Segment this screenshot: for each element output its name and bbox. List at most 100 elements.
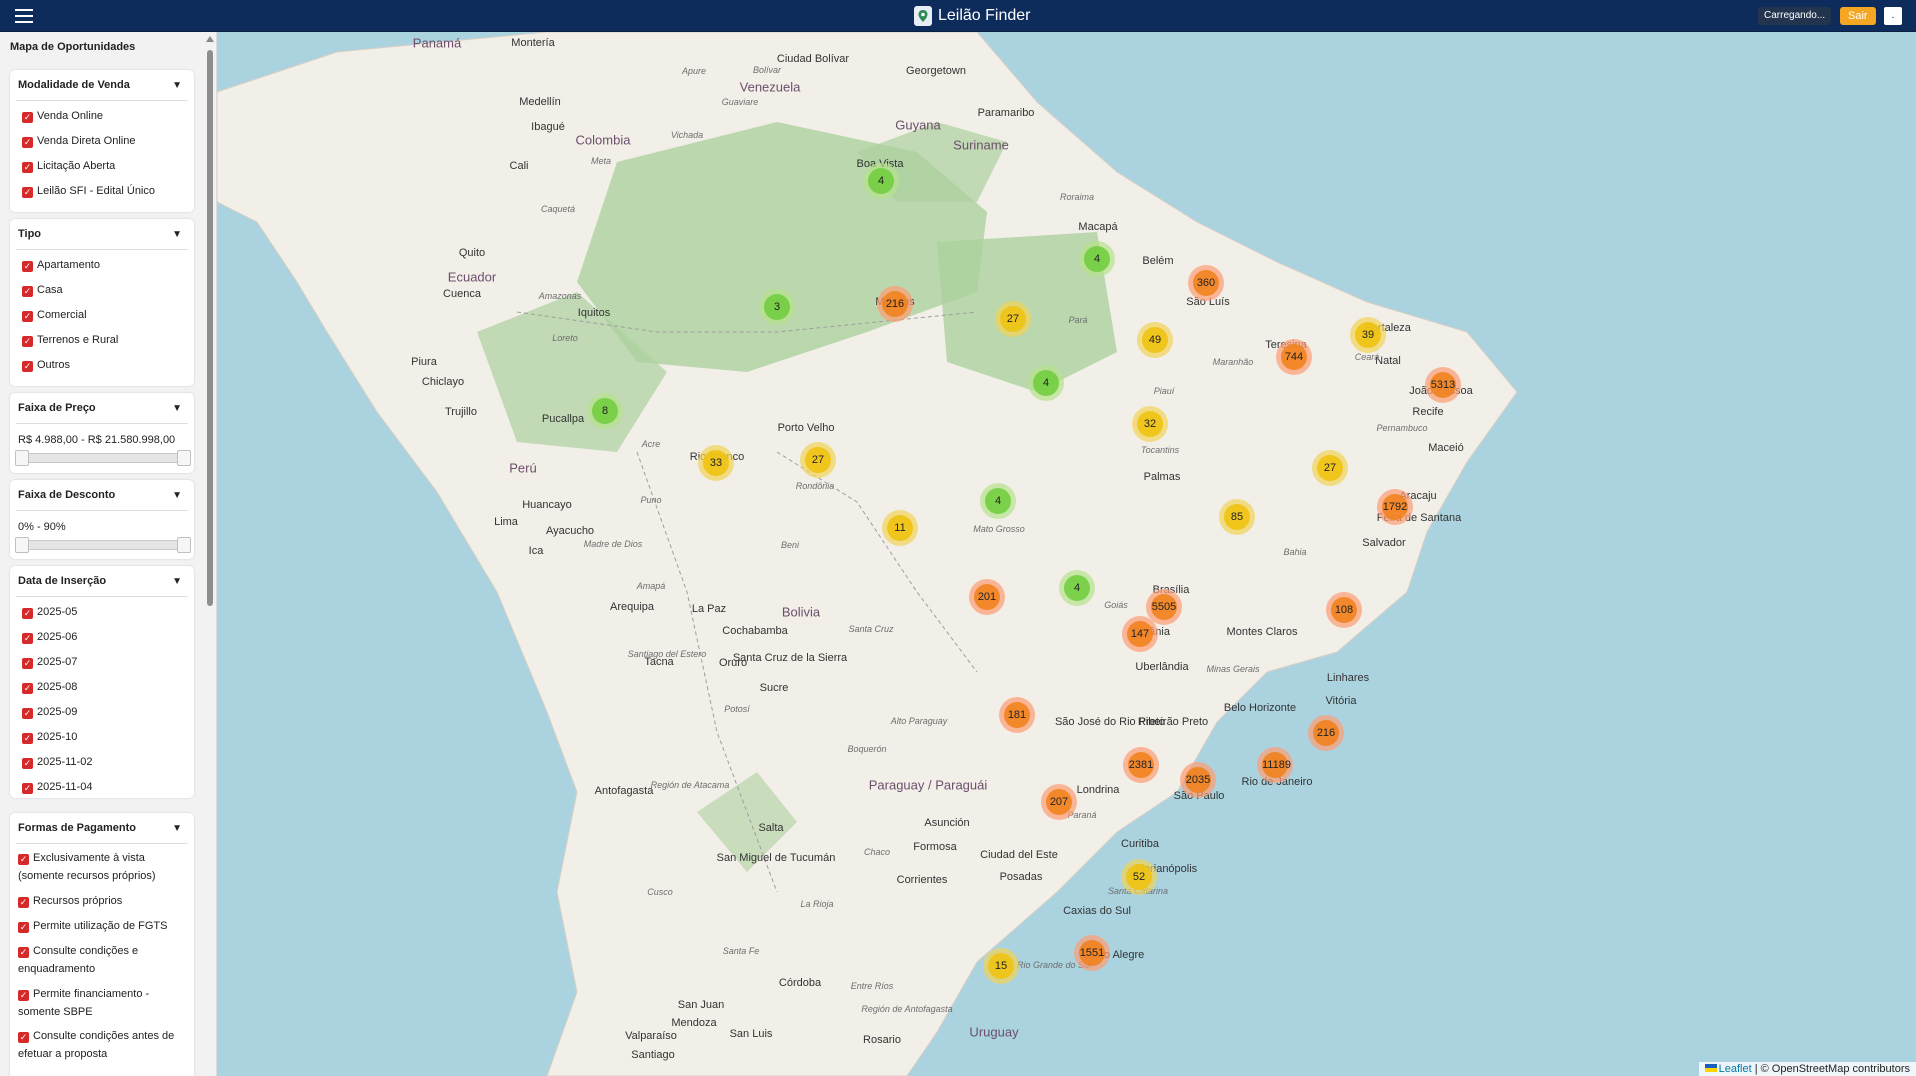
more-button[interactable]: . bbox=[1884, 7, 1902, 25]
map-cluster-marker[interactable]: 8 bbox=[587, 393, 623, 429]
map-cluster-marker[interactable]: 108 bbox=[1326, 592, 1362, 628]
checkbox-checked-icon[interactable]: ✓ bbox=[18, 854, 29, 865]
map-cluster-marker[interactable]: 2035 bbox=[1180, 762, 1216, 798]
discount-range-slider[interactable] bbox=[15, 537, 191, 553]
checkbox-checked-icon[interactable]: ✓ bbox=[22, 633, 33, 644]
checkbox-date[interactable]: ✓ 2025-09 bbox=[22, 704, 77, 720]
panel-data-header[interactable]: Data de Inserção ▼ bbox=[16, 566, 188, 597]
map-cluster-marker[interactable]: 27 bbox=[800, 442, 836, 478]
map-cluster-marker[interactable]: 4 bbox=[1059, 570, 1095, 606]
panel-preco-header[interactable]: Faixa de Preço ▼ bbox=[16, 393, 188, 424]
map-cluster-marker[interactable]: 39 bbox=[1350, 317, 1386, 353]
checkbox-date[interactable]: ✓ 2025-06 bbox=[22, 629, 77, 645]
sidebar-scrollbar[interactable] bbox=[205, 34, 215, 1074]
map-cluster-marker[interactable]: 181 bbox=[999, 697, 1035, 733]
map-cluster-marker[interactable]: 4 bbox=[863, 163, 899, 199]
checkbox-checked-icon[interactable]: ✓ bbox=[22, 683, 33, 694]
price-range-slider[interactable] bbox=[15, 450, 191, 466]
checkbox-casa[interactable]: ✓ Casa bbox=[22, 282, 63, 298]
checkbox-checked-icon[interactable]: ✓ bbox=[22, 608, 33, 619]
checkbox-outros[interactable]: ✓ Outros bbox=[22, 357, 70, 373]
checkbox-checked-icon[interactable]: ✓ bbox=[22, 112, 33, 123]
checkbox-venda-online[interactable]: ✓ Venda Online bbox=[22, 108, 103, 124]
map-cluster-marker[interactable]: 52 bbox=[1121, 859, 1157, 895]
checkbox-venda-direta-online[interactable]: ✓ Venda Direta Online bbox=[22, 133, 135, 149]
map-cluster-marker[interactable]: 33 bbox=[698, 445, 734, 481]
logout-button[interactable]: Sair bbox=[1840, 7, 1876, 25]
checkbox-checked-icon[interactable]: ✓ bbox=[22, 187, 33, 198]
map-cluster-marker[interactable]: 15 bbox=[983, 948, 1019, 984]
map-cluster-marker[interactable]: 4 bbox=[1079, 241, 1115, 277]
chevron-down-icon[interactable]: ▼ bbox=[172, 80, 182, 91]
checkbox-terrenos-rural[interactable]: ✓ Terrenos e Rural bbox=[22, 332, 118, 348]
map-cluster-marker[interactable]: 1551 bbox=[1074, 935, 1110, 971]
map-cluster-marker[interactable]: 216 bbox=[877, 286, 913, 322]
checkbox-date[interactable]: ✓ 2025-11-02 bbox=[22, 754, 92, 770]
checkbox-apartamento[interactable]: ✓ Apartamento bbox=[22, 257, 100, 273]
map-cluster-marker[interactable]: 49 bbox=[1137, 322, 1173, 358]
map-cluster-marker[interactable]: 27 bbox=[1312, 450, 1348, 486]
checkbox-consulte-proposta[interactable]: ✓ Consulte condições antes de efetuar a p… bbox=[18, 1027, 186, 1063]
chevron-down-icon[interactable]: ▼ bbox=[172, 490, 182, 501]
map-cluster-marker[interactable]: 360 bbox=[1188, 265, 1224, 301]
slider-max-handle[interactable] bbox=[177, 537, 191, 553]
checkbox-financiamento-sbpe[interactable]: ✓ Permite financiamento - somente SBPE bbox=[18, 985, 186, 1021]
checkbox-checked-icon[interactable]: ✓ bbox=[22, 658, 33, 669]
panel-pagamento-header[interactable]: Formas de Pagamento ▼ bbox=[16, 813, 188, 844]
scroll-up-arrow-icon[interactable] bbox=[206, 36, 214, 42]
map-cluster-marker[interactable]: 27 bbox=[995, 301, 1031, 337]
checkbox-checked-icon[interactable]: ✓ bbox=[22, 758, 33, 769]
checkbox-checked-icon[interactable]: ✓ bbox=[22, 733, 33, 744]
map-cluster-marker[interactable]: 201 bbox=[969, 579, 1005, 615]
chevron-down-icon[interactable]: ▼ bbox=[172, 403, 182, 414]
checkbox-checked-icon[interactable]: ✓ bbox=[22, 336, 33, 347]
checkbox-date[interactable]: ✓ 2025-07 bbox=[22, 654, 77, 670]
checkbox-checked-icon[interactable]: ✓ bbox=[22, 137, 33, 148]
panel-desconto-header[interactable]: Faixa de Desconto ▼ bbox=[16, 480, 188, 511]
map-cluster-marker[interactable]: 85 bbox=[1219, 499, 1255, 535]
panel-tipo-header[interactable]: Tipo ▼ bbox=[16, 219, 188, 250]
checkbox-checked-icon[interactable]: ✓ bbox=[18, 897, 29, 908]
checkbox-checked-icon[interactable]: ✓ bbox=[22, 261, 33, 272]
checkbox-date[interactable]: ✓ 2025-10 bbox=[22, 729, 77, 745]
map-cluster-marker[interactable]: 32 bbox=[1132, 406, 1168, 442]
map-cluster-marker[interactable]: 1792 bbox=[1377, 489, 1413, 525]
leaflet-link[interactable]: Leaflet bbox=[1719, 1063, 1752, 1075]
checkbox-checked-icon[interactable]: ✓ bbox=[22, 286, 33, 297]
checkbox-checked-icon[interactable]: ✓ bbox=[22, 311, 33, 322]
checkbox-checked-icon[interactable]: ✓ bbox=[22, 783, 33, 794]
checkbox-date[interactable]: ✓ 2025-08 bbox=[22, 679, 77, 695]
map-view[interactable]: Panamá Montería Ciudad Bolívar Georgetown Ve… bbox=[217, 32, 1916, 1076]
checkbox-checked-icon[interactable]: ✓ bbox=[18, 922, 29, 933]
map-cluster-marker[interactable]: 11 bbox=[882, 510, 918, 546]
map-cluster-marker[interactable]: 3 bbox=[759, 289, 795, 325]
checkbox-a-vista[interactable]: ✓ Exclusivamente à vista (somente recurso… bbox=[18, 849, 186, 885]
chevron-down-icon[interactable]: ▼ bbox=[172, 576, 182, 587]
panel-modalidade-header[interactable]: Modalidade de Venda ▼ bbox=[16, 70, 188, 101]
checkbox-checked-icon[interactable]: ✓ bbox=[18, 1032, 29, 1043]
checkbox-checked-icon[interactable]: ✓ bbox=[22, 361, 33, 372]
map-cluster-marker[interactable]: 207 bbox=[1041, 784, 1077, 820]
checkbox-recursos-proprios[interactable]: ✓ Recursos próprios bbox=[18, 892, 186, 910]
chevron-down-icon[interactable]: ▼ bbox=[172, 823, 182, 834]
scrollbar-thumb[interactable] bbox=[207, 50, 213, 606]
checkbox-checked-icon[interactable]: ✓ bbox=[18, 947, 29, 958]
map-cluster-marker[interactable]: 4 bbox=[1028, 365, 1064, 401]
map-cluster-marker[interactable]: 4 bbox=[980, 483, 1016, 519]
checkbox-checked-icon[interactable]: ✓ bbox=[18, 990, 29, 1001]
checkbox-licitacao-aberta[interactable]: ✓ Licitação Aberta bbox=[22, 158, 115, 174]
menu-icon[interactable] bbox=[12, 5, 36, 25]
checkbox-consulte-enquadramento[interactable]: ✓ Consulte condições e enquadramento bbox=[18, 942, 186, 978]
checkbox-checked-icon[interactable]: ✓ bbox=[22, 162, 33, 173]
chevron-down-icon[interactable]: ▼ bbox=[172, 229, 182, 240]
map-cluster-marker[interactable]: 2381 bbox=[1123, 747, 1159, 783]
checkbox-checked-icon[interactable]: ✓ bbox=[22, 708, 33, 719]
map-cluster-marker[interactable]: 11189 bbox=[1257, 747, 1293, 783]
map-cluster-marker[interactable]: 744 bbox=[1276, 339, 1312, 375]
checkbox-leilao-sfi[interactable]: ✓ Leilão SFI - Edital Único bbox=[22, 183, 155, 199]
slider-min-handle[interactable] bbox=[15, 537, 29, 553]
checkbox-comercial[interactable]: ✓ Comercial bbox=[22, 307, 87, 323]
checkbox-fgts[interactable]: ✓ Permite utilização de FGTS bbox=[18, 917, 186, 935]
checkbox-date[interactable]: ✓ 2025-05 bbox=[22, 604, 77, 620]
map-cluster-marker[interactable]: 147 bbox=[1122, 616, 1158, 652]
